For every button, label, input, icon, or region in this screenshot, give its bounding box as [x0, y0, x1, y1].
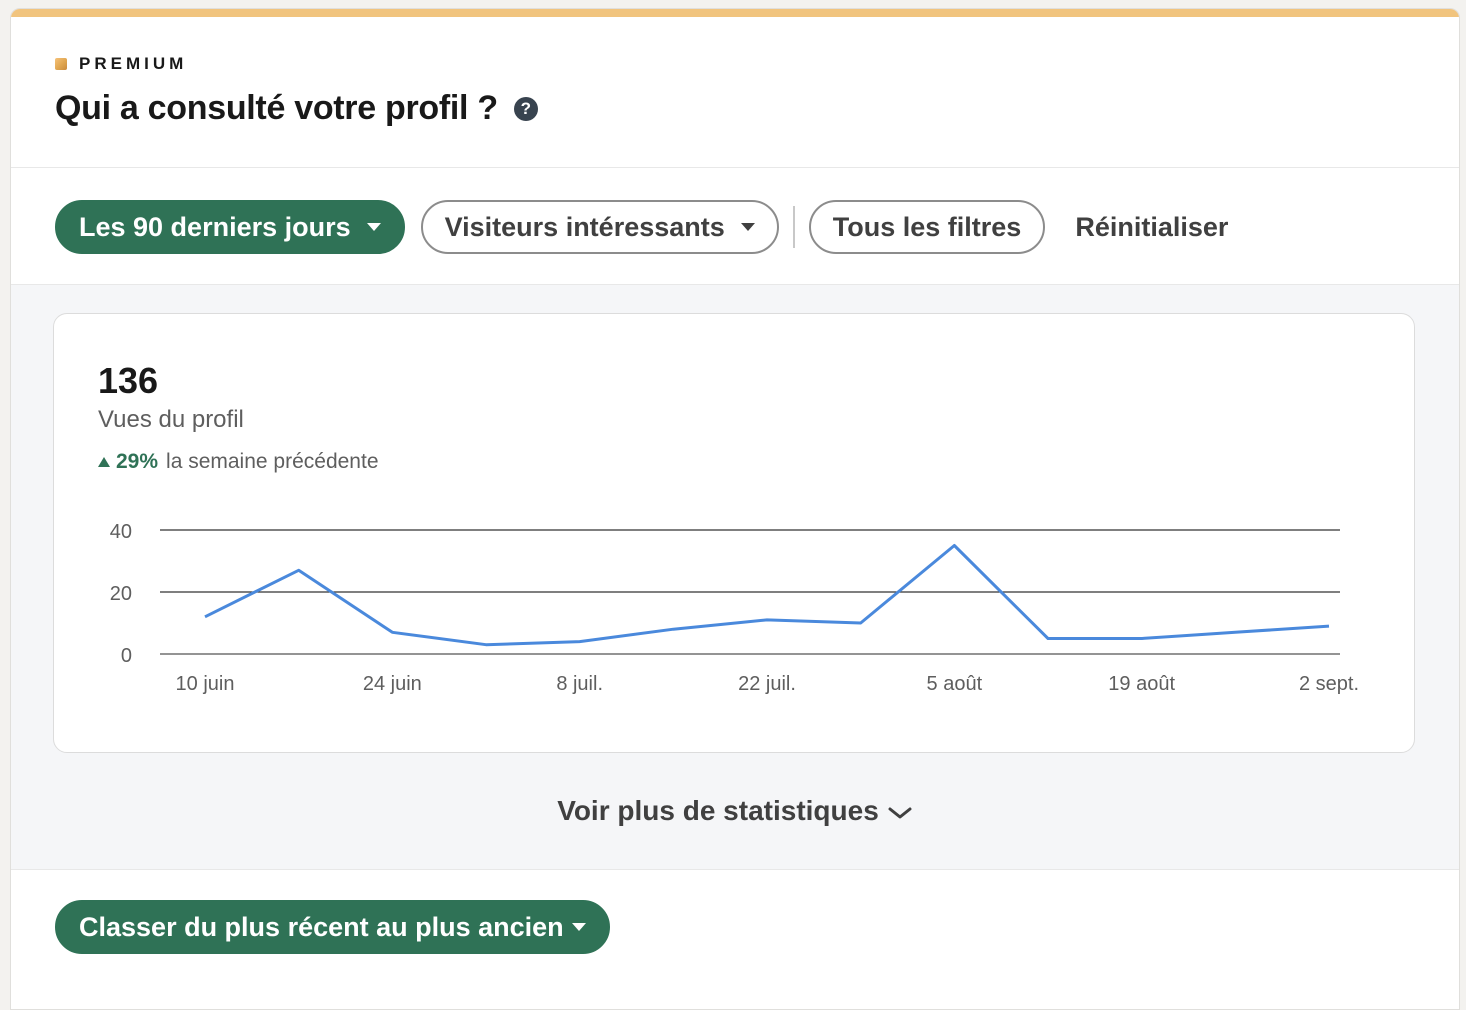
stats-section: 136 Vues du profil 29% la semaine précéd…: [11, 285, 1459, 869]
trend-up-icon: [98, 457, 110, 467]
premium-label: PREMIUM: [79, 54, 188, 73]
premium-badge: PREMIUM: [55, 54, 187, 74]
caret-down-icon: [740, 223, 755, 231]
help-icon[interactable]: ?: [513, 96, 538, 121]
all-filters-button[interactable]: Tous les filtres: [808, 200, 1046, 254]
trend-label: la semaine précédente: [166, 450, 379, 473]
x-tick-label: 10 juin: [176, 673, 235, 694]
chevron-down-icon: [888, 807, 912, 819]
y-tick-label: 0: [121, 645, 132, 667]
trend-indicator: 29% la semaine précédente: [98, 450, 379, 474]
see-more-stats-button[interactable]: Voir plus de statistiques: [11, 795, 1459, 827]
views-chart-card: 136 Vues du profil 29% la semaine précéd…: [53, 313, 1415, 753]
premium-logo-icon: [55, 58, 67, 70]
period-filter-label: Les 90 derniers jours: [79, 211, 351, 242]
sort-order-button[interactable]: Classer du plus récent au plus ancien: [55, 900, 610, 954]
profile-viewers-card: PREMIUM Qui a consulté votre profil ? ? …: [10, 8, 1460, 1010]
series-line: [204, 544, 1330, 647]
filter-bar: Les 90 derniers jours Visiteurs intéress…: [55, 198, 1228, 256]
page-title: Qui a consulté votre profil ?: [55, 89, 498, 127]
divider: [11, 869, 1459, 870]
all-filters-label: Tous les filtres: [832, 211, 1022, 242]
premium-accent-bar: [11, 9, 1459, 17]
views-count: 136: [98, 360, 159, 401]
visitors-filter-button[interactable]: Visiteurs intéressants: [420, 200, 779, 254]
x-tick-label: 19 août: [1108, 673, 1175, 694]
trend-value: 29%: [116, 450, 159, 473]
y-tick-label: 20: [110, 583, 132, 605]
see-more-stats-label: Voir plus de statistiques: [557, 795, 879, 826]
y-tick-label: 40: [110, 521, 132, 543]
reset-button[interactable]: Réinitialiser: [1075, 212, 1228, 243]
caret-down-icon: [366, 223, 381, 231]
caret-down-icon: [571, 923, 586, 931]
divider: [11, 167, 1459, 168]
visitors-filter-label: Visiteurs intéressants: [444, 211, 725, 242]
x-tick-label: 5 août: [927, 673, 983, 694]
filter-separator: [792, 206, 795, 248]
x-tick-label: 8 juil.: [556, 673, 603, 694]
x-tick-label: 24 juin: [363, 673, 422, 694]
x-tick-label: 22 juil.: [738, 673, 796, 694]
x-tick-label: 2 sept.: [1299, 673, 1359, 694]
sort-order-label: Classer du plus récent au plus ancien: [79, 911, 564, 942]
views-label: Vues du profil: [98, 406, 244, 433]
period-filter-button[interactable]: Les 90 derniers jours: [55, 200, 405, 254]
title-row: Qui a consulté votre profil ? ?: [55, 89, 538, 128]
views-line-chart: 0 20 40 10 juin 24 juin 8 juil. 22 juil. 5 août…: [110, 521, 1359, 694]
